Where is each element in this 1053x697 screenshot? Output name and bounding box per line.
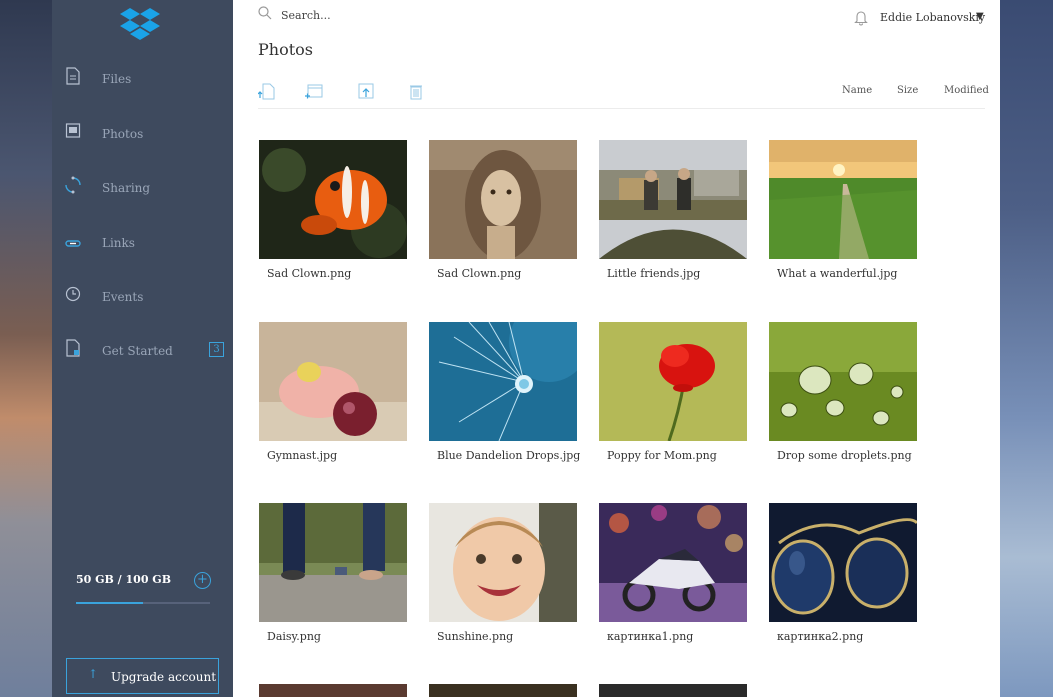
photo-card[interactable]: [599, 684, 747, 697]
sidebar-item-get-started[interactable]: Get Started 3: [52, 339, 233, 369]
photo-card[interactable]: Daisy.png: [259, 503, 407, 643]
photo-thumbnail[interactable]: [769, 322, 917, 441]
sidebar-item-label: Sharing: [102, 181, 151, 195]
photo-name: Gymnast.jpg: [267, 449, 338, 462]
storage-usage-text: 50 GB / 100 GB: [76, 573, 171, 586]
photo-name: Poppy for Mom.png: [607, 449, 717, 462]
sidebar-item-label: Links: [102, 236, 135, 250]
main-content: Eddie Lobanovskiy ▼ Photos Name Size Mod…: [233, 0, 1000, 697]
photo-thumbnail[interactable]: [429, 322, 577, 441]
sidebar-item-photos[interactable]: Photos: [52, 122, 233, 152]
file-icon: [66, 67, 80, 85]
photo-name: картинка1.png: [607, 630, 694, 643]
photo-thumbnail[interactable]: [259, 684, 407, 697]
photo-thumbnail[interactable]: [429, 503, 577, 622]
user-name[interactable]: Eddie Lobanovskiy: [880, 11, 985, 24]
photo-thumbnail[interactable]: [259, 140, 407, 259]
photo-card[interactable]: [429, 684, 577, 697]
photo-thumbnail[interactable]: [599, 140, 747, 259]
add-storage-button[interactable]: +: [194, 572, 211, 589]
upload-icon[interactable]: [357, 82, 375, 100]
photo-thumbnail[interactable]: [259, 322, 407, 441]
sidebar: Files Photos Sharing Links Events Get St…: [52, 0, 233, 697]
sort-by-modified[interactable]: Modified: [944, 85, 989, 96]
sidebar-item-files[interactable]: Files: [52, 67, 233, 97]
photo-card[interactable]: Sad Clown.png: [429, 140, 577, 280]
photo-name: Sad Clown.png: [267, 267, 352, 280]
photo-icon: [65, 123, 81, 138]
search-icon: [258, 6, 272, 20]
photo-card[interactable]: Gymnast.jpg: [259, 322, 407, 462]
desktop-background-left: [0, 0, 52, 697]
photo-name: Little friends.jpg: [607, 267, 701, 280]
upgrade-account-button[interactable]: ↑ Upgrade account: [66, 658, 219, 694]
photo-name: Blue Dandelion Drops.jpg: [437, 449, 581, 462]
photo-name: What a wanderful.jpg: [777, 267, 898, 280]
photo-thumbnail[interactable]: [599, 684, 747, 697]
sidebar-item-label: Photos: [102, 127, 144, 141]
photo-thumbnail[interactable]: [259, 503, 407, 622]
storage-progress-fill: [76, 602, 143, 604]
photo-name: Sad Clown.png: [437, 267, 522, 280]
photo-name: Daisy.png: [267, 630, 321, 643]
photo-card[interactable]: картинка1.png: [599, 503, 747, 643]
desktop-background-right: [1000, 0, 1053, 697]
sidebar-item-events[interactable]: Events: [52, 285, 233, 315]
photo-card[interactable]: Sad Clown.png: [259, 140, 407, 280]
photo-card[interactable]: Blue Dandelion Drops.jpg: [429, 322, 581, 462]
photo-card[interactable]: What a wanderful.jpg: [769, 140, 917, 280]
bell-icon[interactable]: [854, 8, 868, 26]
photo-name: картинка2.png: [777, 630, 864, 643]
new-folder-icon[interactable]: [305, 82, 323, 100]
sort-by-size[interactable]: Size: [897, 85, 918, 96]
sidebar-item-sharing[interactable]: Sharing: [52, 176, 233, 206]
photo-card[interactable]: [259, 684, 407, 697]
photo-name: Sunshine.png: [437, 630, 514, 643]
upload-file-icon[interactable]: [258, 82, 276, 100]
photo-thumbnail[interactable]: [769, 140, 917, 259]
storage-progress-bar: [76, 602, 210, 604]
link-icon: [65, 240, 81, 247]
photo-card[interactable]: Sunshine.png: [429, 503, 577, 643]
photo-name: Drop some droplets.png: [777, 449, 912, 462]
getstarted-icon: [66, 339, 80, 357]
search-input[interactable]: [281, 5, 581, 25]
chevron-down-icon[interactable]: ▼: [976, 11, 984, 22]
photo-card[interactable]: картинка2.png: [769, 503, 917, 643]
photo-thumbnail[interactable]: [429, 684, 577, 697]
clock-icon: [65, 286, 81, 302]
count-badge: 3: [209, 342, 224, 357]
photo-card[interactable]: Poppy for Mom.png: [599, 322, 747, 462]
photo-card[interactable]: Little friends.jpg: [599, 140, 747, 280]
arrow-up-icon: ↑: [88, 667, 99, 681]
page-title: Photos: [258, 40, 313, 59]
upgrade-label: Upgrade account: [111, 670, 217, 684]
sharing-icon: [65, 176, 81, 194]
sidebar-item-links[interactable]: Links: [52, 231, 233, 261]
delete-icon[interactable]: [407, 82, 425, 100]
divider: [258, 108, 985, 109]
photo-card[interactable]: Drop some droplets.png: [769, 322, 917, 462]
photo-thumbnail[interactable]: [599, 322, 747, 441]
sort-by-name[interactable]: Name: [842, 85, 872, 96]
photo-thumbnail[interactable]: [769, 503, 917, 622]
photo-thumbnail[interactable]: [429, 140, 577, 259]
sidebar-item-label: Files: [102, 72, 132, 86]
sidebar-item-label: Get Started: [102, 344, 173, 358]
sidebar-item-label: Events: [102, 290, 144, 304]
dropbox-logo[interactable]: [120, 6, 160, 44]
photo-thumbnail[interactable]: [599, 503, 747, 622]
